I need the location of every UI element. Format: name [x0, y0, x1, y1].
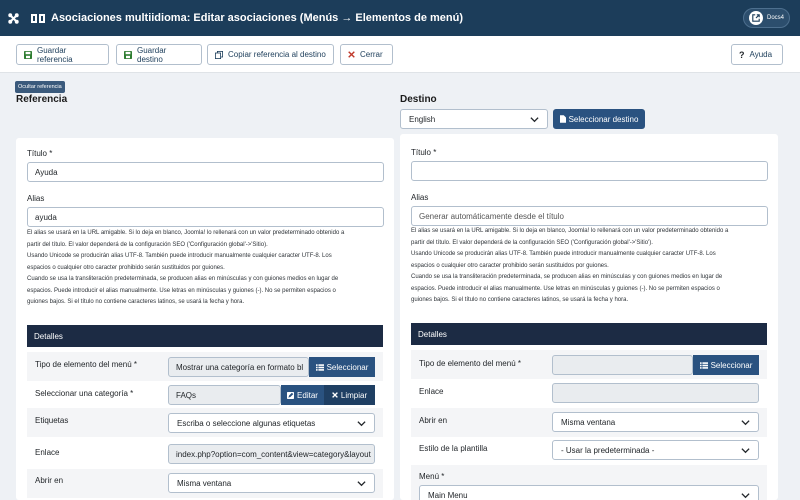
copy-reference-button[interactable]: Copiar referencia al destino — [207, 44, 334, 65]
open-in-select[interactable]: Misma ventana — [168, 473, 375, 493]
select-menu-item-type-button[interactable]: Seleccionar — [309, 357, 375, 377]
chevron-down-icon — [357, 419, 366, 428]
list-icon — [699, 361, 708, 369]
link-input: index.php?option=com_content&view=catego… — [168, 444, 375, 464]
title-label: Título * — [411, 148, 437, 157]
list-icon — [315, 363, 324, 371]
open-in-label: Abrir en — [419, 416, 448, 425]
chevron-down-icon — [530, 115, 539, 124]
chevron-down-icon — [741, 491, 750, 500]
title-input[interactable]: Ayuda — [27, 162, 384, 182]
select-target-label: Seleccionar destino — [568, 114, 639, 124]
category-input: FAQs — [168, 385, 281, 405]
select-target-button[interactable]: Seleccionar destino — [553, 109, 645, 129]
target-language-value: English — [409, 114, 436, 124]
save-target-button[interactable]: Guardar destino — [116, 44, 202, 65]
menu-select[interactable]: Main Menu — [419, 485, 759, 500]
alias-label: Alias — [27, 194, 45, 203]
close-icon — [332, 392, 338, 398]
edit-category-button[interactable]: Editar — [281, 385, 324, 405]
open-in-label: Abrir en — [35, 476, 64, 485]
save-reference-button[interactable]: Guardar referencia — [16, 44, 109, 65]
menu-item-type-input: Mostrar una categoría en formato bl — [168, 357, 309, 377]
external-link-icon — [748, 11, 763, 25]
save-icon — [24, 50, 32, 59]
open-in-value: Misma ventana — [561, 417, 616, 427]
close-button[interactable]: Cerrar — [340, 44, 393, 65]
reference-heading: Referencia — [16, 94, 68, 105]
alias-help-text: El alias se usará en la URL amigable. Si… — [27, 230, 345, 305]
link-label: Enlace — [35, 448, 60, 457]
app-header: Asociaciones multiidioma: Editar asociac… — [0, 0, 800, 36]
help-label: Ayuda — [749, 50, 773, 59]
template-style-label: Estilo de la plantilla — [419, 444, 488, 453]
joomla-logo-icon[interactable] — [0, 0, 27, 36]
template-style-value: - Usar la predeterminada - — [561, 445, 655, 455]
details-header: Detalles — [411, 323, 767, 345]
close-label: Cerrar — [360, 50, 383, 59]
template-style-select[interactable]: - Usar la predeterminada - — [552, 440, 759, 460]
alias-input[interactable]: Generar automáticamente desde el título — [411, 206, 768, 226]
alias-help-text: El alias se usará en la URL amigable. Si… — [411, 228, 729, 303]
title-label: Título * — [27, 149, 53, 158]
select-menu-item-type-button[interactable]: Seleccionar — [693, 355, 759, 375]
title-input[interactable] — [411, 161, 768, 181]
category-label: Seleccionar una categoría * — [35, 389, 134, 398]
save-icon — [124, 50, 132, 59]
tags-placeholder: Escriba o seleccione algunas etiquetas — [177, 418, 316, 428]
page-title: Asociaciones multiidioma: Editar asociac… — [31, 12, 463, 24]
close-icon — [348, 51, 355, 58]
clear-label: Limpiar — [340, 390, 368, 400]
help-button[interactable]: ? Ayuda — [731, 44, 783, 65]
target-heading: Destino — [400, 94, 437, 105]
target-language-select[interactable]: English — [400, 109, 548, 129]
language-icon — [31, 13, 45, 23]
tags-label: Etiquetas — [35, 416, 69, 425]
hide-reference-button[interactable]: Ocultar referencia — [15, 81, 65, 93]
file-icon — [559, 115, 566, 123]
copy-reference-label: Copiar referencia al destino — [228, 50, 326, 59]
menu-item-type-label: Tipo de elemento del menú * — [35, 360, 137, 369]
save-target-label: Guardar destino — [137, 45, 167, 64]
edit-icon — [287, 391, 295, 399]
menu-label: Menú * — [419, 472, 445, 481]
docs-user-button[interactable]: Docs4 — [742, 8, 790, 28]
menu-value: Main Menu — [428, 490, 468, 500]
chevron-down-icon — [741, 446, 750, 455]
question-icon: ? — [739, 49, 745, 60]
select-label: Seleccionar — [326, 362, 369, 372]
reference-panel: Título * Ayuda Alias ayuda El alias se u… — [16, 138, 394, 500]
menu-item-type-label: Tipo de elemento del menú * — [419, 359, 521, 368]
chevron-down-icon — [357, 479, 366, 488]
toolbar: Guardar referencia Guardar destino Copia… — [0, 36, 800, 73]
tags-select[interactable]: Escriba o seleccione algunas etiquetas — [168, 413, 375, 433]
chevron-down-icon — [741, 418, 750, 427]
open-in-value: Misma ventana — [177, 478, 232, 488]
open-in-select[interactable]: Misma ventana — [552, 412, 759, 432]
target-panel: Título * Alias Generar automáticamente d… — [400, 134, 778, 500]
link-input — [552, 383, 759, 403]
select-label: Seleccionar — [710, 360, 753, 370]
menu-item-type-input — [552, 355, 693, 375]
docs-label: Docs4 — [766, 15, 784, 21]
edit-label: Editar — [297, 390, 318, 400]
page-title-text: Asociaciones multiidioma: Editar asociac… — [51, 12, 463, 24]
link-label: Enlace — [419, 387, 444, 396]
alias-input[interactable]: ayuda — [27, 207, 384, 227]
save-reference-label: Guardar referencia — [37, 45, 73, 64]
alias-label: Alias — [411, 193, 429, 202]
copy-icon — [215, 50, 223, 59]
clear-category-button[interactable]: Limpiar — [324, 385, 375, 405]
details-header: Detalles — [27, 325, 383, 347]
